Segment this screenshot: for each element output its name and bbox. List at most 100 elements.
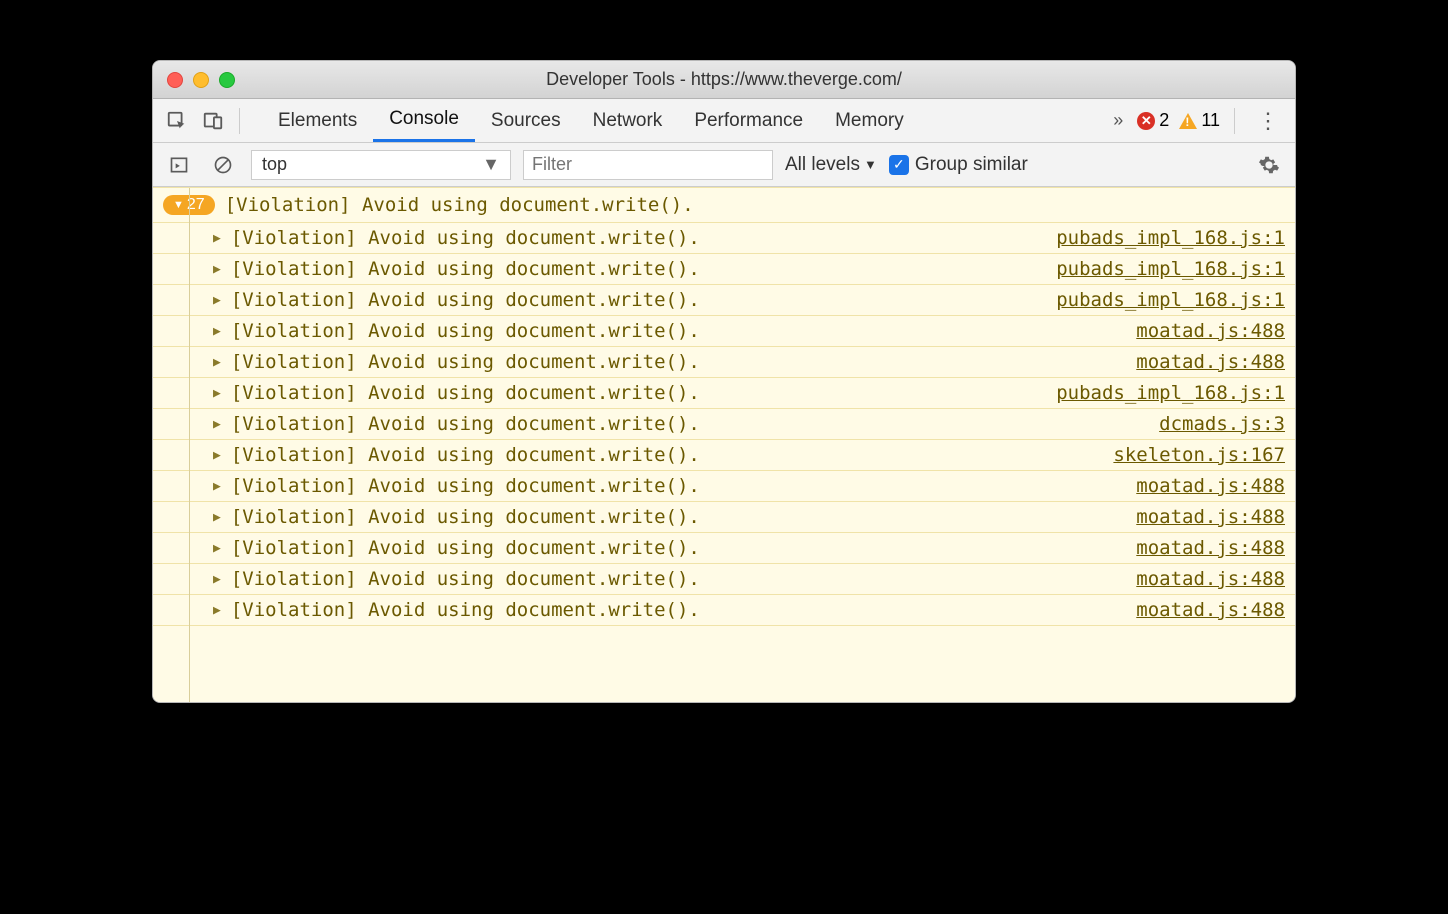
chevron-down-icon: ▼ <box>864 157 877 172</box>
row-message: [Violation] Avoid using document.write()… <box>231 444 700 466</box>
row-message: [Violation] Avoid using document.write()… <box>231 382 700 404</box>
inspect-icon[interactable] <box>161 105 193 137</box>
row-message: [Violation] Avoid using document.write()… <box>231 506 700 528</box>
row-source-link[interactable]: moatad.js:488 <box>1136 568 1285 590</box>
checkbox-checked-icon: ✓ <box>889 155 909 175</box>
group-message: [Violation] Avoid using document.write()… <box>225 194 694 216</box>
group-count-badge: 27 <box>163 195 215 215</box>
console-row[interactable]: ▶ [Violation] Avoid using document.write(… <box>153 471 1295 502</box>
error-icon: ✕ <box>1137 112 1155 130</box>
window-controls <box>167 72 235 88</box>
expand-icon[interactable]: ▶ <box>213 355 221 370</box>
log-levels-selector[interactable]: All levels ▼ <box>785 154 877 176</box>
row-source-link[interactable]: moatad.js:488 <box>1136 475 1285 497</box>
tab-performance[interactable]: Performance <box>678 99 819 142</box>
expand-icon[interactable]: ▶ <box>213 541 221 556</box>
error-count: 2 <box>1159 110 1169 131</box>
toggle-sidebar-icon[interactable] <box>163 149 195 181</box>
row-source-link[interactable]: moatad.js:488 <box>1136 537 1285 559</box>
console-row[interactable]: ▶ [Violation] Avoid using document.write(… <box>153 223 1295 254</box>
tabbar-right: » ✕ 2 11 ⋮ <box>1109 108 1287 134</box>
expand-icon[interactable]: ▶ <box>213 448 221 463</box>
row-source-link[interactable]: moatad.js:488 <box>1136 506 1285 528</box>
row-source-link[interactable]: pubads_impl_168.js:1 <box>1056 227 1285 249</box>
context-value: top <box>262 154 287 175</box>
console-row[interactable]: ▶ [Violation] Avoid using document.write(… <box>153 440 1295 471</box>
row-source-link[interactable]: dcmads.js:3 <box>1159 413 1285 435</box>
expand-icon[interactable]: ▶ <box>213 603 221 618</box>
console-row[interactable]: ▶ [Violation] Avoid using document.write(… <box>153 285 1295 316</box>
row-source-link[interactable]: moatad.js:488 <box>1136 320 1285 342</box>
kebab-menu-icon[interactable]: ⋮ <box>1249 108 1287 134</box>
clear-console-icon[interactable] <box>207 149 239 181</box>
devtools-window: Developer Tools - https://www.theverge.c… <box>152 60 1296 703</box>
row-source-link[interactable]: pubads_impl_168.js:1 <box>1056 382 1285 404</box>
expand-icon[interactable]: ▶ <box>213 262 221 277</box>
console-row[interactable]: ▶ [Violation] Avoid using document.write(… <box>153 409 1295 440</box>
main-tabbar: Elements Console Sources Network Perform… <box>153 99 1295 143</box>
console-row[interactable]: ▶ [Violation] Avoid using document.write(… <box>153 347 1295 378</box>
group-similar-checkbox[interactable]: ✓ Group similar <box>889 154 1028 176</box>
expand-icon[interactable]: ▶ <box>213 572 221 587</box>
tab-memory[interactable]: Memory <box>819 99 920 142</box>
tab-network[interactable]: Network <box>577 99 679 142</box>
console-rows: ▶ [Violation] Avoid using document.write(… <box>153 223 1295 626</box>
row-source-link[interactable]: moatad.js:488 <box>1136 351 1285 373</box>
row-message: [Violation] Avoid using document.write()… <box>231 568 700 590</box>
console-row[interactable]: ▶ [Violation] Avoid using document.write(… <box>153 595 1295 626</box>
row-message: [Violation] Avoid using document.write()… <box>231 351 700 373</box>
expand-icon[interactable]: ▶ <box>213 231 221 246</box>
tab-sources[interactable]: Sources <box>475 99 577 142</box>
expand-icon[interactable]: ▶ <box>213 324 221 339</box>
warning-count: 11 <box>1201 110 1220 131</box>
warning-count-badge[interactable]: 11 <box>1179 110 1220 131</box>
row-source-link[interactable]: pubads_impl_168.js:1 <box>1056 289 1285 311</box>
expand-icon[interactable]: ▶ <box>213 479 221 494</box>
expand-icon[interactable]: ▶ <box>213 386 221 401</box>
row-message: [Violation] Avoid using document.write()… <box>231 475 700 497</box>
console-toolbar: top ▼ All levels ▼ ✓ Group similar <box>153 143 1295 187</box>
row-message: [Violation] Avoid using document.write()… <box>231 320 700 342</box>
row-message: [Violation] Avoid using document.write()… <box>231 537 700 559</box>
close-button[interactable] <box>167 72 183 88</box>
console-row[interactable]: ▶ [Violation] Avoid using document.write(… <box>153 502 1295 533</box>
divider <box>1234 108 1235 134</box>
console-row[interactable]: ▶ [Violation] Avoid using document.write(… <box>153 254 1295 285</box>
expand-icon[interactable]: ▶ <box>213 510 221 525</box>
console-group-header[interactable]: 27 [Violation] Avoid using document.writ… <box>153 188 1295 223</box>
divider <box>239 108 240 134</box>
console-row[interactable]: ▶ [Violation] Avoid using document.write(… <box>153 316 1295 347</box>
maximize-button[interactable] <box>219 72 235 88</box>
expand-icon[interactable]: ▶ <box>213 293 221 308</box>
row-message: [Violation] Avoid using document.write()… <box>231 599 700 621</box>
row-message: [Violation] Avoid using document.write()… <box>231 258 700 280</box>
row-message: [Violation] Avoid using document.write()… <box>231 289 700 311</box>
row-source-link[interactable]: pubads_impl_168.js:1 <box>1056 258 1285 280</box>
row-source-link[interactable]: moatad.js:488 <box>1136 599 1285 621</box>
console-row[interactable]: ▶ [Violation] Avoid using document.write(… <box>153 533 1295 564</box>
console-row[interactable]: ▶ [Violation] Avoid using document.write(… <box>153 378 1295 409</box>
titlebar: Developer Tools - https://www.theverge.c… <box>153 61 1295 99</box>
tab-console[interactable]: Console <box>373 99 475 142</box>
panel-tabs: Elements Console Sources Network Perform… <box>262 99 920 142</box>
settings-icon[interactable] <box>1253 149 1285 181</box>
context-selector[interactable]: top ▼ <box>251 150 511 180</box>
row-source-link[interactable]: skeleton.js:167 <box>1113 444 1285 466</box>
minimize-button[interactable] <box>193 72 209 88</box>
row-message: [Violation] Avoid using document.write()… <box>231 227 700 249</box>
group-similar-label: Group similar <box>915 154 1028 176</box>
warning-icon <box>1179 113 1197 129</box>
levels-label: All levels <box>785 154 860 176</box>
group-count: 27 <box>187 196 205 214</box>
device-toggle-icon[interactable] <box>197 105 229 137</box>
window-title: Developer Tools - https://www.theverge.c… <box>153 69 1295 90</box>
row-message: [Violation] Avoid using document.write()… <box>231 413 700 435</box>
more-tabs-button[interactable]: » <box>1109 110 1127 131</box>
expand-icon[interactable]: ▶ <box>213 417 221 432</box>
console-row[interactable]: ▶ [Violation] Avoid using document.write(… <box>153 564 1295 595</box>
error-count-badge[interactable]: ✕ 2 <box>1137 110 1169 131</box>
tab-elements[interactable]: Elements <box>262 99 373 142</box>
filter-input[interactable] <box>523 150 773 180</box>
chevron-down-icon: ▼ <box>482 154 500 175</box>
console-output: 27 [Violation] Avoid using document.writ… <box>153 187 1295 702</box>
